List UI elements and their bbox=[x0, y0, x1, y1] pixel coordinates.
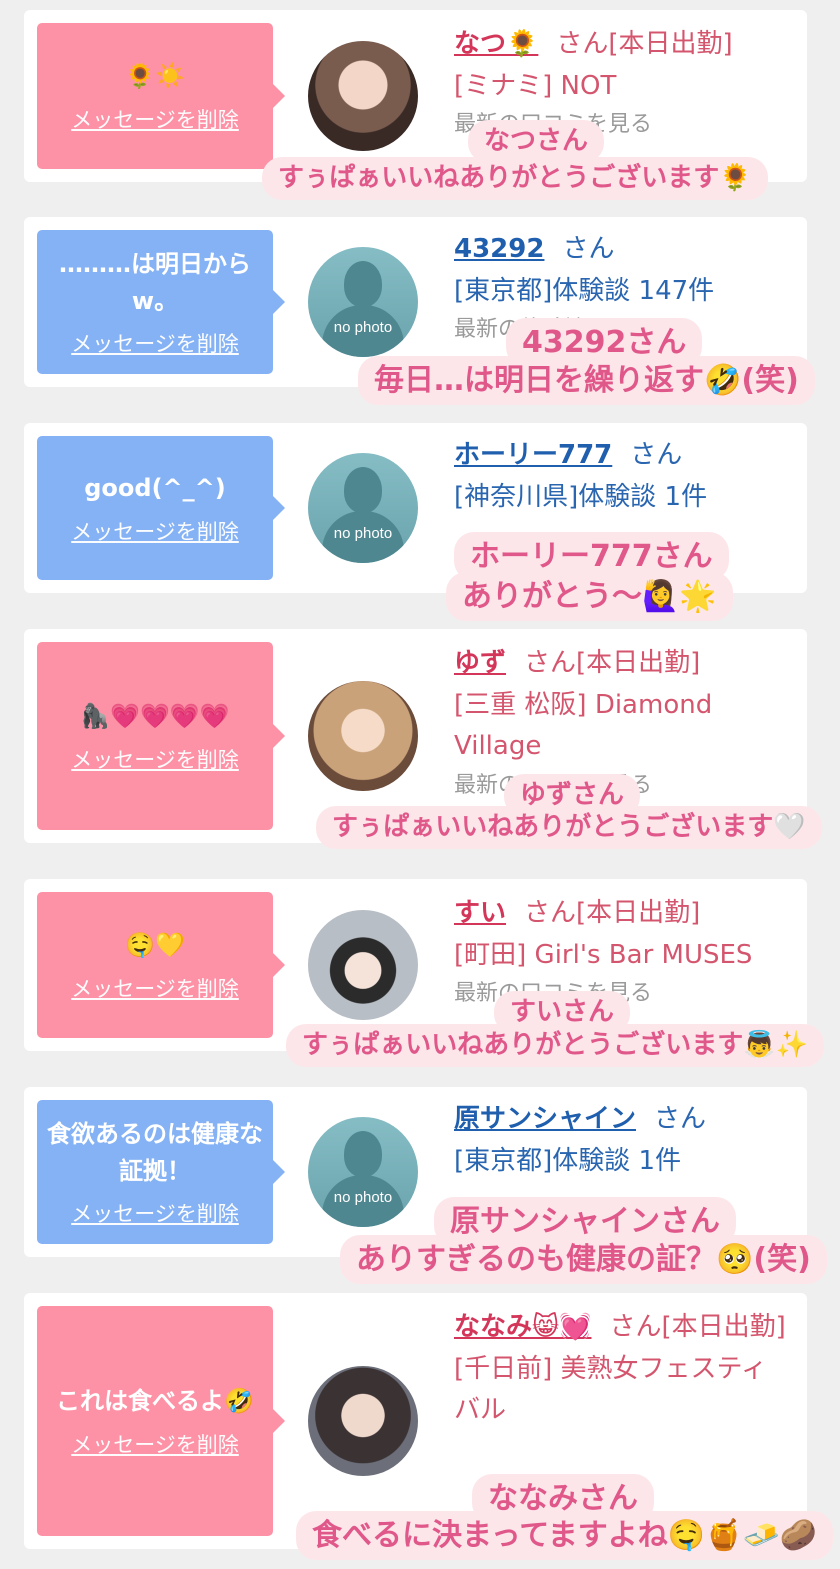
user-detail: [三重 松阪] Diamond Village bbox=[454, 689, 713, 762]
delete-message-link[interactable]: メッセージを削除 bbox=[71, 516, 239, 546]
user-name-link[interactable]: ホーリー777 bbox=[454, 440, 612, 470]
message-bubble: good(^_^) メッセージを削除 bbox=[37, 436, 285, 580]
user-detail: [町田] Girl's Bar MUSES bbox=[454, 939, 753, 970]
message-text: 🌻☀️ bbox=[125, 62, 185, 91]
message-bubble: ………は明日からw。 メッセージを削除 bbox=[37, 230, 285, 374]
caption-text: すぅぱぁいいねありがとうございます👼✨ bbox=[286, 1024, 824, 1067]
user-name-link[interactable]: 43292 bbox=[454, 234, 544, 264]
user-detail: [ミナミ] NOT bbox=[454, 70, 617, 101]
user-info: ホーリー777 さん [神奈川県]体験談 1件 bbox=[454, 435, 791, 518]
caption-text: 毎日…は明日を繰り返す🤣(笑) bbox=[358, 356, 815, 405]
message-text: 🤤💛 bbox=[125, 931, 185, 960]
user-status: さん[本日出勤] bbox=[524, 898, 701, 928]
user-detail: [東京都]体験談 147件 bbox=[454, 275, 715, 306]
message-bubble: 🦍💗💗💗💗 メッセージを削除 bbox=[37, 642, 285, 830]
caption-text: すぅぱぁいいねありがとうございます🌻 bbox=[262, 157, 768, 200]
avatar-no-photo[interactable]: no photo bbox=[308, 1117, 418, 1227]
message-text: good(^_^) bbox=[84, 474, 226, 503]
avatar-no-photo[interactable]: no photo bbox=[308, 247, 418, 357]
message-text: 食欲あるのは健康な証拠！ bbox=[47, 1119, 263, 1185]
user-name-link[interactable]: ゆず bbox=[454, 648, 506, 678]
avatar[interactable] bbox=[308, 41, 418, 151]
no-photo-label: no photo bbox=[333, 319, 393, 336]
avatar-no-photo[interactable]: no photo bbox=[308, 453, 418, 563]
caption-text: ありすぎるのも健康の証？🥺(笑) bbox=[340, 1235, 827, 1284]
user-name-link[interactable]: すい bbox=[454, 898, 506, 928]
delete-message-link[interactable]: メッセージを削除 bbox=[71, 1198, 239, 1228]
no-photo-label: no photo bbox=[333, 1189, 393, 1206]
avatar[interactable] bbox=[308, 1366, 418, 1476]
caption-text: すぅぱぁいいねありがとうございます🤍 bbox=[316, 806, 822, 849]
user-info: 原サンシャイン さん [東京都]体験談 1件 bbox=[454, 1099, 791, 1182]
delete-message-link[interactable]: メッセージを削除 bbox=[71, 744, 239, 774]
delete-message-link[interactable]: メッセージを削除 bbox=[71, 973, 239, 1003]
delete-message-link[interactable]: メッセージを削除 bbox=[71, 104, 239, 134]
user-detail: [神奈川県]体験談 1件 bbox=[454, 481, 708, 512]
user-status: さん[本日出勤] bbox=[609, 1312, 786, 1342]
no-photo-label: no photo bbox=[333, 525, 393, 542]
delete-message-link[interactable]: メッセージを削除 bbox=[71, 1429, 239, 1459]
caption-text: 食べるに決まってますよね🤤🍯🧈🥔 bbox=[296, 1511, 834, 1560]
user-status: さん bbox=[562, 234, 615, 264]
avatar[interactable] bbox=[308, 681, 418, 791]
user-name-link[interactable]: 原サンシャイン bbox=[454, 1104, 636, 1134]
user-status: さん bbox=[630, 440, 683, 470]
message-text: 🦍💗💗💗💗 bbox=[80, 702, 230, 731]
user-detail: [東京都]体験談 1件 bbox=[454, 1145, 682, 1176]
message-text: これは食べるよ🤣 bbox=[56, 1387, 254, 1416]
user-status: さん[本日出勤] bbox=[556, 29, 733, 59]
caption-text: ありがとう〜🙋‍♀️🌟 bbox=[446, 572, 733, 621]
user-info: ななみ😸💓 さん[本日出勤] [千日前] 美熟女フェスティバル bbox=[454, 1307, 791, 1432]
user-status: さん bbox=[654, 1104, 707, 1134]
user-name-link[interactable]: なつ🌻 bbox=[454, 29, 538, 59]
message-bubble: これは食べるよ🤣 メッセージを削除 bbox=[37, 1306, 285, 1536]
message-bubble: 🌻☀️ メッセージを削除 bbox=[37, 23, 285, 169]
delete-message-link[interactable]: メッセージを削除 bbox=[71, 328, 239, 358]
message-text: ………は明日からw。 bbox=[59, 249, 251, 315]
avatar[interactable] bbox=[308, 910, 418, 1020]
message-bubble: 🤤💛 メッセージを削除 bbox=[37, 892, 285, 1038]
user-status: さん[本日出勤] bbox=[524, 648, 701, 678]
user-detail: [千日前] 美熟女フェスティバル bbox=[454, 1353, 767, 1426]
message-bubble: 食欲あるのは健康な証拠！ メッセージを削除 bbox=[37, 1100, 285, 1244]
user-name-link[interactable]: ななみ😸💓 bbox=[454, 1312, 591, 1342]
